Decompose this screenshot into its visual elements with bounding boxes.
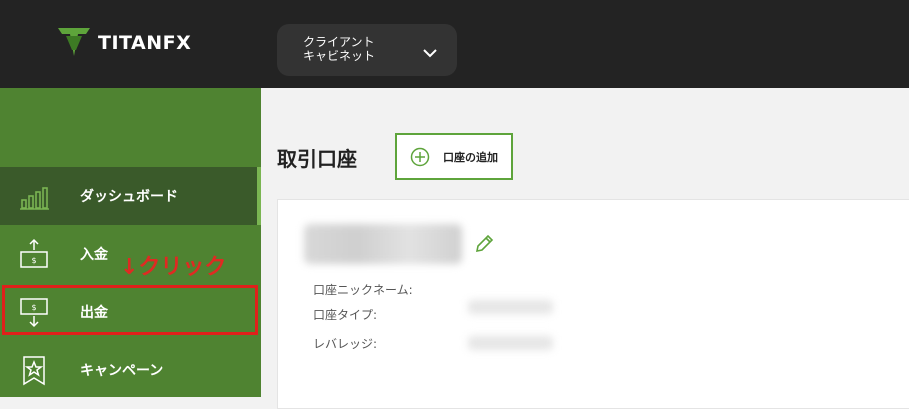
field-label-leverage: レバレッジ: (313, 337, 378, 351)
titanfx-logo-icon (58, 28, 90, 56)
client-cabinet-dropdown[interactable]: クライアント キャビネット (277, 24, 457, 76)
add-account-label: 口座の追加 (443, 151, 498, 164)
brand-name: TITANFX (98, 32, 192, 54)
sidebar-item-label: ダッシュボード (80, 189, 178, 205)
account-name-blurred (304, 224, 462, 264)
field-label-type: 口座タイプ: (313, 308, 378, 322)
sidebar-item-dashboard[interactable]: ダッシュボード (0, 167, 261, 225)
bar-chart-icon (20, 187, 49, 210)
top-bar: TITANFX クライアント キャビネット (0, 0, 909, 88)
leverage-blurred (468, 336, 553, 350)
svg-text:$: $ (31, 256, 36, 265)
star-badge-icon (23, 356, 45, 386)
cabinet-label: クライアント キャビネット (303, 35, 376, 63)
account-type-blurred (468, 300, 553, 314)
account-card: 口座ニックネーム: 口座タイプ: レバレッジ: (277, 199, 909, 409)
edit-pencil-icon[interactable] (474, 234, 494, 254)
sidebar-item-label: キャンペーン (80, 363, 164, 379)
deposit-icon: $ (20, 238, 48, 268)
withdraw-highlight-box (2, 285, 258, 335)
brand-logo[interactable]: TITANFX (56, 24, 206, 64)
main-content: 取引口座 口座の追加 口座ニックネーム: 口座タイプ: レバレッジ: (261, 88, 909, 409)
sidebar-item-campaign[interactable]: キャンペーン (0, 341, 261, 399)
sidebar-item-label: 入金 (80, 247, 108, 263)
chevron-down-icon (423, 49, 437, 58)
sidebar: ダッシュボード $ 入金 $ 出金 キャンペーン (0, 88, 261, 397)
click-annotation: ↓クリック (120, 255, 227, 280)
field-label-nickname: 口座ニックネーム: (313, 283, 413, 297)
page-title: 取引口座 (277, 147, 357, 171)
plus-circle-icon (410, 147, 430, 167)
add-account-button[interactable]: 口座の追加 (395, 133, 513, 180)
